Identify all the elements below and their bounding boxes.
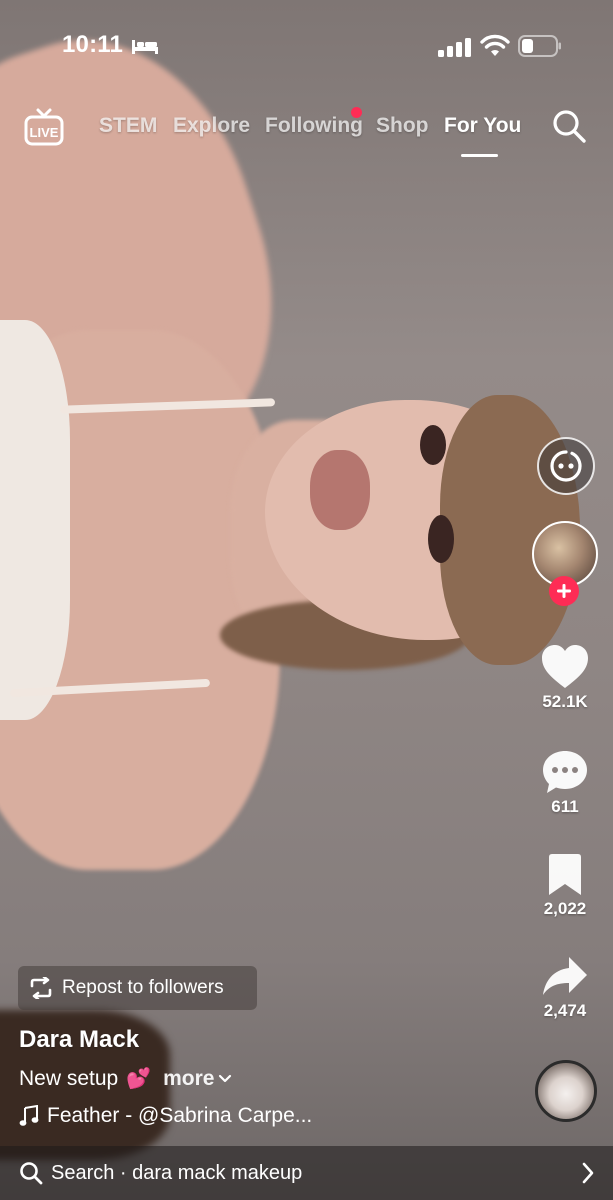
- follow-button[interactable]: [549, 576, 579, 606]
- like-count: 52.1K: [542, 692, 588, 711]
- video-frame-shape: [428, 515, 454, 563]
- related-search-label: Search · dara mack makeup: [51, 1161, 303, 1184]
- share-count: 2,474: [543, 1001, 587, 1020]
- video-frame-shape: [420, 425, 446, 465]
- live-tv-icon: LIVE: [24, 108, 64, 146]
- music-disc[interactable]: [535, 1060, 597, 1122]
- active-tab-indicator: [461, 154, 498, 157]
- top-nav: LIVE STEM Explore Following Shop For You: [0, 100, 613, 160]
- like-button[interactable]: 52.1K: [533, 644, 597, 712]
- status-bar: 10:11: [0, 0, 613, 90]
- tab-following[interactable]: Following: [265, 114, 363, 138]
- tab-shop[interactable]: Shop: [376, 114, 429, 138]
- comment-button[interactable]: 611: [533, 749, 597, 817]
- chevron-down-icon: [219, 1074, 232, 1082]
- status-time: 10:11: [62, 31, 124, 58]
- chevron-right-icon: [582, 1162, 594, 1184]
- comment-icon: [543, 751, 587, 793]
- cellular-signal-icon: [438, 38, 471, 57]
- repost-button[interactable]: Repost to followers: [18, 966, 257, 1010]
- bookmark-icon: [549, 854, 581, 895]
- share-icon: [543, 957, 587, 995]
- tab-for-you[interactable]: For You: [444, 114, 521, 138]
- creator-username[interactable]: Dara Mack: [19, 1026, 139, 1054]
- video-player[interactable]: [0, 0, 613, 1200]
- live-label: LIVE: [30, 125, 59, 140]
- search-icon: [20, 1162, 43, 1185]
- bed-icon: [132, 40, 158, 54]
- repost-icon: [30, 977, 52, 999]
- creator-avatar-wrap: [532, 521, 598, 606]
- tab-stem[interactable]: STEM: [99, 114, 157, 138]
- face-effect-icon: [550, 450, 582, 482]
- caption: New setup 💕 more: [19, 1066, 233, 1091]
- search-icon[interactable]: [551, 108, 587, 144]
- tab-explore[interactable]: Explore: [173, 114, 250, 138]
- effect-button[interactable]: [537, 437, 595, 495]
- save-count: 2,022: [543, 899, 587, 918]
- heart-icon: [542, 645, 588, 688]
- more-label: more: [163, 1066, 215, 1090]
- live-button[interactable]: LIVE: [23, 106, 65, 148]
- sound-link[interactable]: Feather - @Sabrina Carpe...: [19, 1104, 312, 1128]
- share-button[interactable]: 2,474: [533, 955, 597, 1021]
- more-button[interactable]: more: [163, 1067, 233, 1091]
- wifi-icon: [480, 34, 510, 56]
- caption-emoji: 💕: [126, 1068, 152, 1090]
- video-frame-shape: [310, 450, 370, 530]
- video-frame-shape: [0, 320, 70, 720]
- comment-count: 611: [551, 797, 579, 816]
- save-button[interactable]: 2,022: [533, 853, 597, 919]
- related-search-bar[interactable]: Search · dara mack makeup: [0, 1146, 613, 1200]
- notification-dot: [351, 107, 362, 118]
- sound-title: Feather - @Sabrina Carpe...: [47, 1104, 313, 1127]
- plus-icon: [557, 584, 571, 598]
- music-note-icon: [19, 1105, 39, 1126]
- repost-label: Repost to followers: [62, 977, 224, 998]
- battery-icon: [518, 35, 561, 57]
- caption-text: New setup: [19, 1066, 119, 1090]
